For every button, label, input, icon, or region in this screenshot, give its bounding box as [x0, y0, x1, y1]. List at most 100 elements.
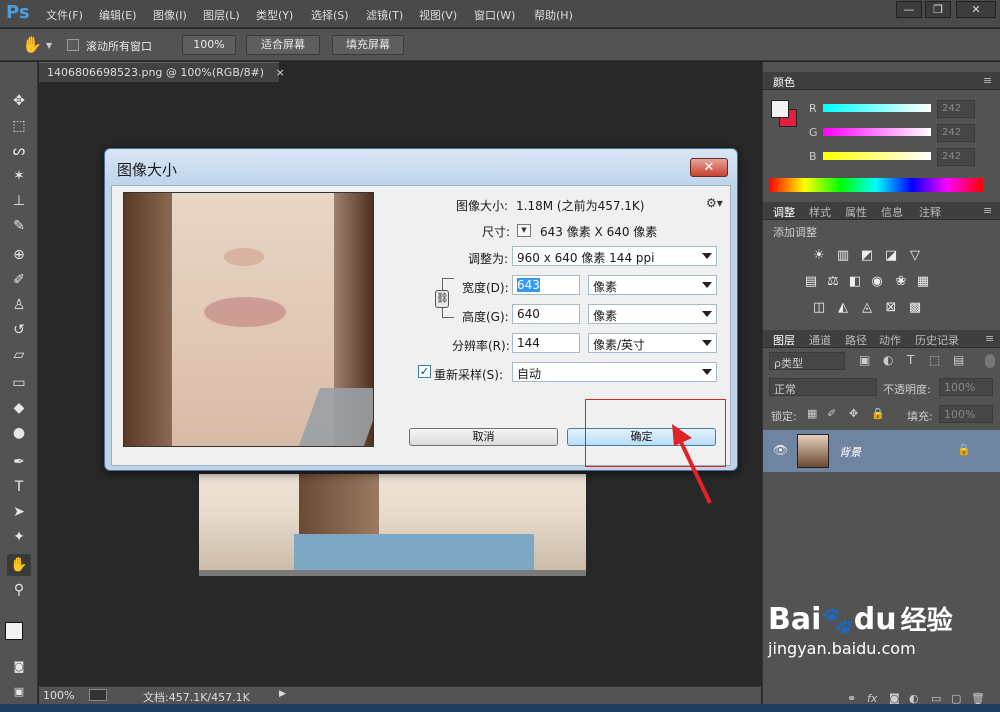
resolution-input[interactable]: 144 [512, 333, 580, 353]
fit-to-dropdown[interactable]: 960 x 640 像素 144 ppi [512, 246, 717, 266]
opacity-input[interactable]: 100% [939, 378, 993, 396]
blur-tool-icon[interactable]: ◆ [7, 397, 31, 419]
filter-adjust-icon[interactable]: ◐ [883, 353, 893, 367]
menu-filter[interactable]: 滤镜(T) [366, 7, 403, 23]
lock-all-icon[interactable]: 🔒 [871, 407, 885, 420]
layers-panel-menu-icon[interactable]: ≡ [985, 332, 994, 345]
menu-view[interactable]: 视图(V) [419, 7, 457, 23]
blend-mode-dropdown[interactable]: 正常 [769, 378, 877, 396]
height-input[interactable]: 640 [512, 304, 580, 324]
channel-mixer-adjust-icon[interactable]: ❀ [893, 274, 909, 290]
lock-brush-icon[interactable]: ✐ [827, 407, 836, 420]
settings-gear-icon[interactable]: ⚙▾ [706, 196, 723, 210]
adjust-panel-menu-icon[interactable]: ≡ [983, 204, 992, 217]
quick-mask-icon[interactable]: ◙ [7, 656, 31, 678]
color-balance-adjust-icon[interactable]: ⚖ [825, 274, 841, 290]
resample-checkbox[interactable]: ✓ [418, 365, 431, 378]
screen-mode-icon[interactable]: ▣ [7, 681, 31, 703]
gradient-map-adjust-icon[interactable]: ▩ [907, 300, 923, 316]
hand-tool-icon[interactable]: ✋ [22, 35, 42, 54]
layer-visibility-eye-icon[interactable]: 👁 [773, 443, 788, 457]
tab-actions[interactable]: 动作 [879, 332, 901, 348]
layer-row-background[interactable]: 👁 背景 🔒 [763, 430, 1000, 472]
lock-position-icon[interactable]: ✥ [849, 407, 858, 420]
hue-saturation-adjust-icon[interactable]: ▤ [803, 274, 819, 290]
tab-history[interactable]: 历史记录 [915, 332, 959, 348]
tool-preset-chevron-icon[interactable]: ▼ [46, 41, 52, 50]
gradient-tool-icon[interactable]: ▭ [7, 372, 31, 394]
fill-screen-button[interactable]: 填充屏幕 [332, 35, 404, 55]
brush-tool-icon[interactable]: ✐ [7, 269, 31, 291]
dialog-close-button[interactable]: ✕ [690, 158, 728, 177]
document-image[interactable] [199, 474, 586, 576]
zoom-level[interactable]: 100% [43, 689, 74, 702]
status-view-icon[interactable] [89, 689, 107, 701]
fill-input[interactable]: 100% [939, 405, 993, 423]
type-tool-icon[interactable]: T [7, 476, 31, 498]
scroll-all-checkbox[interactable] [67, 39, 79, 51]
tab-channels[interactable]: 通道 [809, 332, 831, 348]
move-tool-icon[interactable]: ✥ [7, 90, 31, 112]
tab-paths[interactable]: 路径 [845, 332, 867, 348]
brightness-adjust-icon[interactable]: ☀ [811, 248, 827, 264]
tab-styles[interactable]: 样式 [809, 204, 831, 220]
constrain-proportions-link-icon[interactable]: ⛓ [435, 290, 449, 308]
color-b-slider[interactable] [823, 152, 931, 160]
marquee-tool-icon[interactable]: ⬚ [7, 115, 31, 137]
history-brush-tool-icon[interactable]: ↺ [7, 319, 31, 341]
color-r-input[interactable]: 242 [937, 100, 975, 118]
minimize-button[interactable]: — [896, 1, 922, 18]
panel-menu-icon[interactable]: ≡ [983, 74, 992, 87]
close-window-button[interactable]: ✕ [956, 1, 996, 18]
color-g-input[interactable]: 242 [937, 124, 975, 142]
menu-help[interactable]: 帮助(H) [534, 7, 573, 23]
lasso-tool-icon[interactable]: ᔕ [7, 140, 31, 162]
color-r-slider[interactable] [823, 104, 931, 112]
restore-button[interactable]: ❐ [925, 1, 951, 18]
menu-window[interactable]: 窗口(W) [474, 7, 515, 23]
dodge-tool-icon[interactable]: ● [7, 422, 31, 444]
menu-edit[interactable]: 编辑(E) [99, 7, 137, 23]
levels-adjust-icon[interactable]: ▥ [835, 248, 851, 264]
resolution-unit-dropdown[interactable]: 像素/英寸 [588, 333, 717, 353]
color-b-input[interactable]: 242 [937, 148, 975, 166]
clone-stamp-tool-icon[interactable]: ♙ [7, 294, 31, 316]
width-unit-dropdown[interactable]: 像素 [588, 275, 717, 295]
shape-tool-icon[interactable]: ✦ [7, 526, 31, 548]
dialog-titlebar[interactable]: 图像大小 ✕ [105, 149, 737, 187]
vibrance-adjust-icon[interactable]: ▽ [907, 248, 923, 264]
filter-smart-icon[interactable]: ▤ [953, 353, 964, 367]
width-input[interactable]: 643 [512, 275, 580, 295]
hand-tool-active-icon[interactable]: ✋ [7, 554, 31, 576]
curves-adjust-icon[interactable]: ◩ [859, 248, 875, 264]
close-tab-icon[interactable]: × [276, 66, 285, 79]
tab-properties[interactable]: 属性 [845, 204, 867, 220]
fit-screen-button[interactable]: 适合屏幕 [246, 35, 320, 55]
eraser-tool-icon[interactable]: ▱ [7, 344, 31, 366]
pen-tool-icon[interactable]: ✒ [7, 451, 31, 473]
tab-color[interactable]: 颜色 [773, 74, 795, 90]
foreground-color-swatch[interactable] [5, 622, 23, 640]
filter-shape-icon[interactable]: ⬚ [929, 353, 940, 367]
cancel-button[interactable]: 取消 [409, 428, 558, 446]
dimensions-dropdown-icon[interactable]: ▼ [517, 224, 531, 237]
crop-tool-icon[interactable]: ⊥ [7, 190, 31, 212]
filter-type-icon[interactable]: T [907, 353, 914, 367]
path-selection-tool-icon[interactable]: ➤ [7, 501, 31, 523]
tab-adjustments[interactable]: 调整 [773, 204, 795, 220]
layer-name[interactable]: 背景 [839, 444, 861, 460]
color-fg-swatch[interactable] [771, 100, 789, 118]
resample-dropdown[interactable]: 自动 [512, 362, 717, 382]
zoom-100-button[interactable]: 100% [182, 35, 236, 55]
magic-wand-tool-icon[interactable]: ✶ [7, 165, 31, 187]
menu-image[interactable]: 图像(I) [153, 7, 187, 23]
lock-pixels-icon[interactable]: ▦ [807, 407, 817, 420]
color-g-slider[interactable] [823, 128, 931, 136]
invert-adjust-icon[interactable]: ◫ [811, 300, 827, 316]
healing-brush-tool-icon[interactable]: ⊕ [7, 244, 31, 266]
tab-info[interactable]: 信息 [881, 204, 903, 220]
layer-filter-dropdown[interactable]: ρ类型 [769, 352, 845, 370]
menu-type[interactable]: 类型(Y) [256, 7, 293, 23]
tab-notes[interactable]: 注释 [919, 204, 941, 220]
menu-select[interactable]: 选择(S) [311, 7, 349, 23]
